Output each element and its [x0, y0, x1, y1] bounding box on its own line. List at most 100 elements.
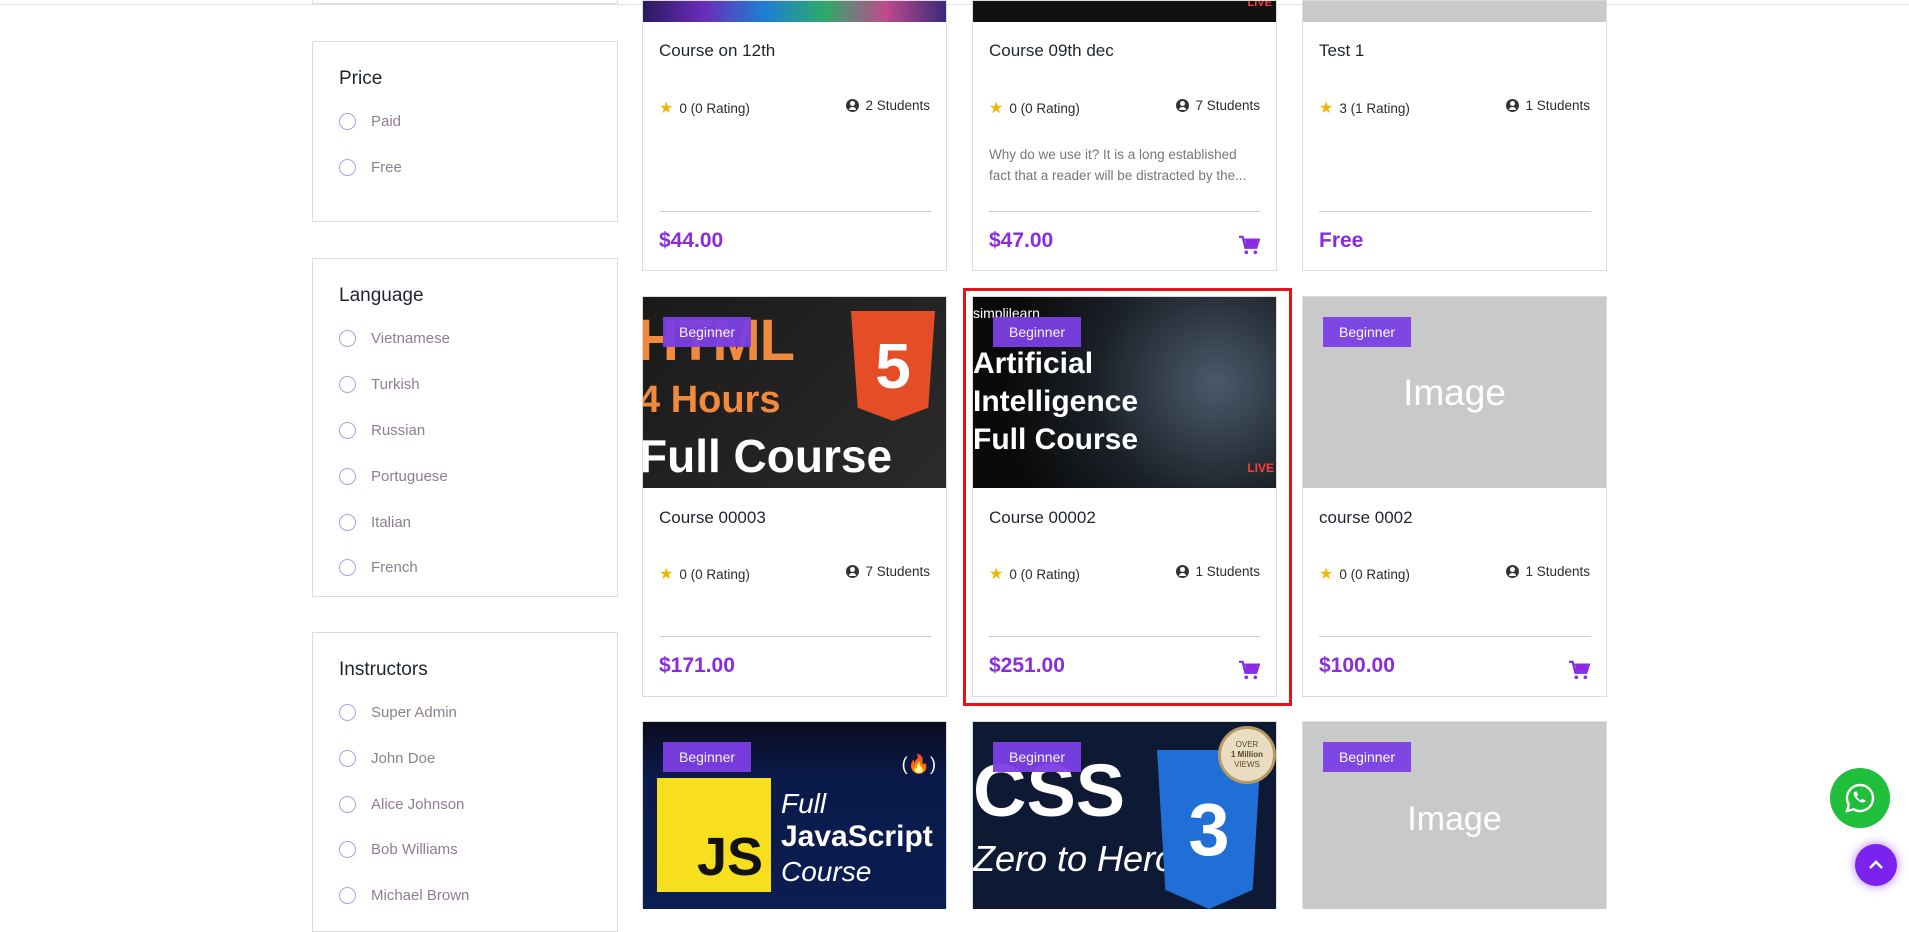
whatsapp-button[interactable] — [1830, 768, 1890, 828]
thumb-text-line-1: Full — [781, 788, 827, 819]
user-icon — [846, 565, 860, 578]
course-title[interactable]: Course 00003 — [659, 508, 766, 528]
scroll-to-top-button[interactable] — [1855, 844, 1897, 886]
radio-icon[interactable] — [339, 795, 356, 813]
course-title[interactable]: Test 1 — [1319, 41, 1364, 61]
course-rating: ★ 0 (0 Rating) — [659, 98, 750, 118]
course-thumbnail[interactable] — [1303, 1, 1606, 22]
course-students: 1 Students — [1506, 564, 1590, 579]
students-text: 1 Students — [1195, 564, 1260, 579]
radio-icon[interactable] — [339, 329, 356, 347]
course-card[interactable]: Image Beginner course 0002 ★ 0 (0 Rating)… — [1302, 296, 1607, 697]
card-divider — [989, 211, 1261, 212]
user-icon — [846, 99, 860, 112]
language-option-vietnamese[interactable]: Vietnamese — [339, 326, 450, 350]
course-title[interactable]: Course on 12th — [659, 41, 775, 61]
course-students: 7 Students — [1176, 98, 1260, 113]
cart-icon[interactable] — [1238, 235, 1260, 255]
course-price: $47.00 — [989, 229, 1054, 252]
rating-text: 0 (0 Rating) — [679, 566, 750, 582]
rating-text: 0 (0 Rating) — [679, 100, 750, 116]
language-option-italian[interactable]: Italian — [339, 510, 411, 534]
course-price: $251.00 — [989, 654, 1065, 677]
radio-icon[interactable] — [339, 467, 356, 485]
course-card[interactable]: CSS Zero to Hero 3 OVER 1 Million VIEWS … — [972, 721, 1277, 909]
course-title[interactable]: course 0002 — [1319, 508, 1413, 528]
course-rating: ★ 0 (0 Rating) — [1319, 564, 1410, 584]
image-placeholder: Image — [1407, 799, 1502, 838]
course-rating: ★ 0 (0 Rating) — [989, 564, 1080, 584]
students-text: 7 Students — [1195, 98, 1260, 113]
radio-icon[interactable] — [339, 886, 356, 904]
course-title[interactable]: Course 00002 — [989, 508, 1096, 528]
star-icon: ★ — [1319, 566, 1334, 583]
radio-icon[interactable] — [339, 158, 356, 176]
chevron-up-icon — [1869, 860, 1883, 869]
price-filter: Price Paid Free — [312, 41, 618, 222]
instructor-option-bob-williams[interactable]: Bob Williams — [339, 837, 458, 861]
star-icon: ★ — [989, 566, 1004, 583]
course-thumbnail[interactable]: Image Beginner — [1303, 722, 1606, 909]
card-divider — [1319, 636, 1591, 637]
option-label: John Doe — [371, 749, 436, 767]
course-card[interactable]: Image Beginner — [1302, 721, 1607, 909]
radio-icon[interactable] — [339, 840, 356, 858]
level-badge: Beginner — [993, 317, 1082, 347]
course-price: Free — [1319, 229, 1364, 252]
option-label: French — [371, 558, 418, 576]
course-students: 7 Students — [846, 564, 930, 579]
thumb-text-line-3: Full Course — [973, 423, 1139, 456]
thumb-text-line-3: Full Course — [643, 430, 893, 482]
radio-icon[interactable] — [339, 112, 356, 130]
instructor-option-john-doe[interactable]: John Doe — [339, 746, 435, 770]
level-badge: Beginner — [993, 742, 1082, 772]
course-card[interactable]: HTML 4 Hours Full Course 5 Beginner Cour… — [642, 296, 947, 697]
course-thumbnail[interactable]: simplilearn Artificial Intelligence Full… — [973, 297, 1276, 488]
radio-icon[interactable] — [339, 703, 356, 721]
cart-icon[interactable] — [1238, 660, 1260, 680]
instructor-option-michael-brown[interactable]: Michael Brown — [339, 883, 469, 907]
students-text: 1 Students — [1525, 98, 1590, 113]
price-option-free[interactable]: Free — [339, 155, 402, 179]
language-option-french[interactable]: French — [339, 555, 418, 579]
radio-icon[interactable] — [339, 749, 356, 767]
radio-icon[interactable] — [339, 513, 356, 531]
option-label: Portuguese — [371, 467, 448, 485]
radio-icon[interactable] — [339, 558, 356, 576]
course-thumbnail[interactable] — [643, 1, 946, 22]
instructor-option-alice-johnson[interactable]: Alice Johnson — [339, 792, 464, 816]
course-card[interactable]: JS Full JavaScript Course (🔥) Beginner — [642, 721, 947, 909]
cart-icon[interactable] — [1568, 660, 1590, 680]
price-option-paid[interactable]: Paid — [339, 109, 401, 133]
course-card[interactable]: LIVE Course 09th dec ★ 0 (0 Rating) 7 Stu… — [972, 0, 1277, 271]
star-icon: ★ — [659, 100, 674, 117]
course-thumbnail[interactable]: HTML 4 Hours Full Course 5 Beginner — [643, 297, 946, 488]
seal-line: 1 Million — [1231, 750, 1263, 759]
instructors-filter-title: Instructors — [339, 659, 428, 680]
course-card[interactable]: Test 1 ★ 3 (1 Rating) 1 Students Free — [1302, 0, 1607, 271]
user-icon — [1176, 99, 1190, 112]
course-thumbnail[interactable]: Image Beginner — [1303, 297, 1606, 488]
course-title[interactable]: Course 09th dec — [989, 41, 1114, 61]
course-thumbnail[interactable]: JS Full JavaScript Course (🔥) Beginner — [643, 722, 946, 909]
language-option-russian[interactable]: Russian — [339, 418, 425, 442]
radio-icon[interactable] — [339, 421, 356, 439]
radio-icon[interactable] — [339, 375, 356, 393]
language-option-portuguese[interactable]: Portuguese — [339, 464, 448, 488]
language-filter: Language Vietnamese Turkish Russian Port… — [312, 258, 618, 597]
course-card-selected[interactable]: simplilearn Artificial Intelligence Full… — [972, 296, 1277, 697]
previous-filter-box-bottom — [312, 0, 618, 4]
students-text: 1 Students — [1525, 564, 1590, 579]
language-option-turkish[interactable]: Turkish — [339, 372, 420, 396]
option-label: Russian — [371, 421, 426, 439]
option-label: Free — [371, 158, 402, 176]
level-badge: Beginner — [1323, 742, 1412, 772]
course-thumbnail[interactable]: LIVE — [973, 1, 1276, 22]
instructor-option-super-admin[interactable]: Super Admin — [339, 700, 457, 724]
course-thumbnail[interactable]: CSS Zero to Hero 3 OVER 1 Million VIEWS … — [973, 722, 1276, 909]
star-icon: ★ — [659, 566, 674, 583]
user-icon — [1506, 99, 1520, 112]
option-label: Alice Johnson — [371, 795, 465, 813]
thumb-text-line-3: Course — [781, 856, 872, 887]
course-card[interactable]: Course on 12th ★ 0 (0 Rating) 2 Students … — [642, 0, 947, 271]
